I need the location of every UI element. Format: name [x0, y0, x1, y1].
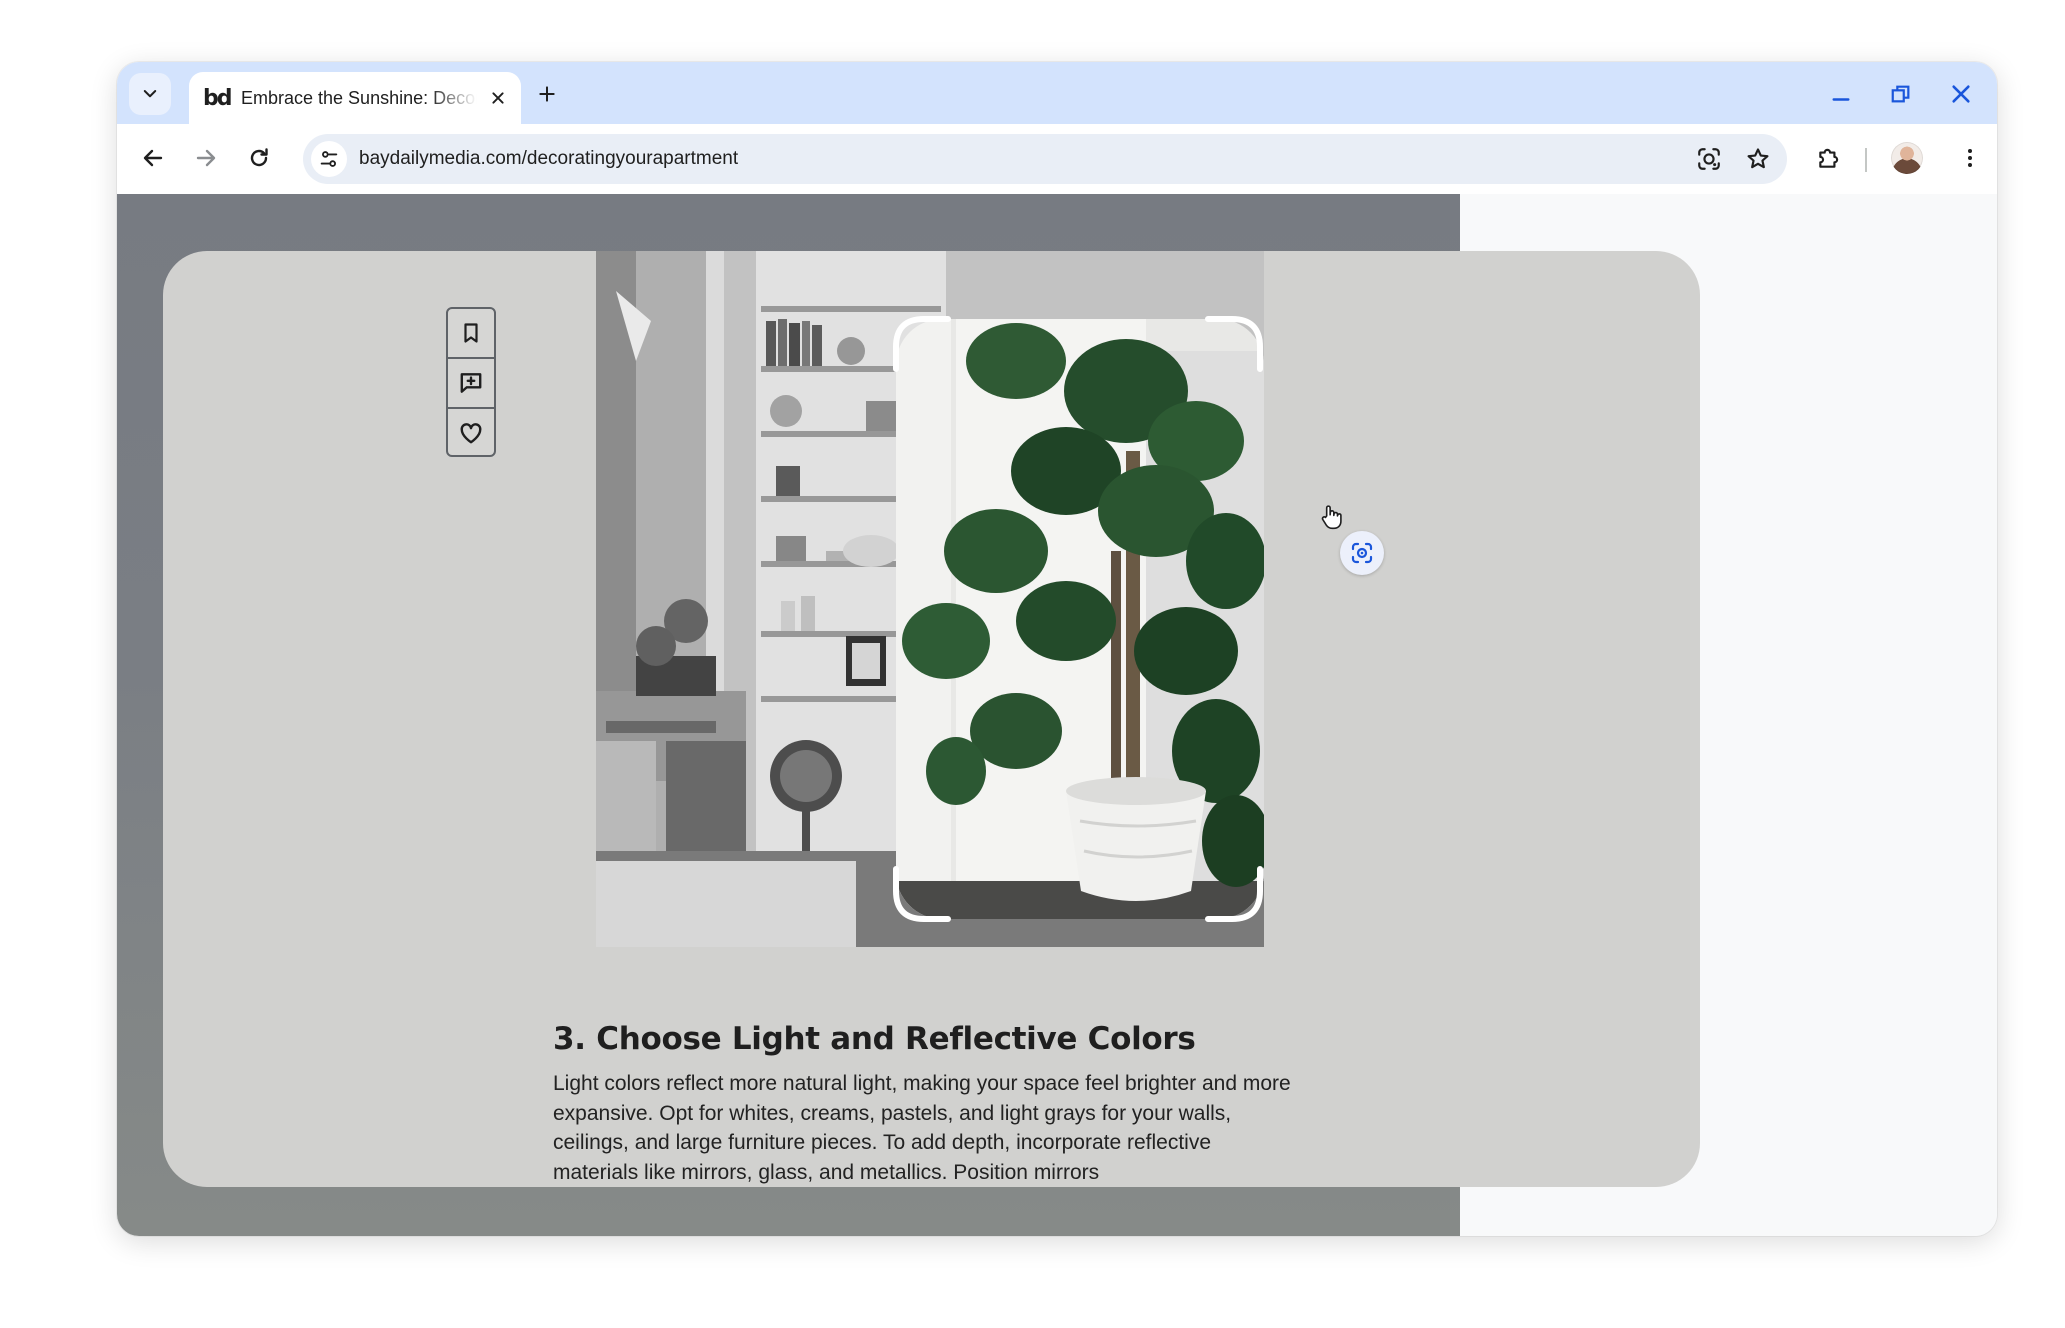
lens-icon [1351, 542, 1373, 564]
reload-button[interactable] [239, 138, 279, 178]
toolbar-divider [1865, 148, 1867, 172]
heart-icon [460, 423, 482, 444]
chevron-down-icon [143, 90, 157, 98]
comment-add-icon [460, 373, 482, 393]
lens-search-chip[interactable] [1340, 531, 1384, 575]
avatar[interactable] [1891, 142, 1923, 174]
browser-window: bd Embrace the Sunshine: Decorating Your… [117, 62, 1997, 1236]
puzzle-icon [1819, 148, 1839, 168]
hand-cursor-icon [1321, 505, 1342, 530]
close-icon [1952, 85, 1970, 103]
restore-button[interactable] [1883, 76, 1919, 112]
minimize-button[interactable] [1823, 76, 1859, 112]
article-heading: 3. Choose Light and Reflective Colors [553, 1021, 1196, 1057]
site-favicon: bd [203, 85, 233, 111]
site-info-button[interactable] [311, 141, 347, 177]
article-photo [596, 251, 1264, 947]
tab-close-button[interactable] [485, 85, 511, 111]
active-tab[interactable]: bd Embrace the Sunshine: Decorating Your… [189, 72, 521, 124]
tab-search-button[interactable] [129, 73, 171, 115]
minimize-icon [1832, 98, 1850, 101]
close-window-button[interactable] [1943, 76, 1979, 112]
star-icon [1747, 148, 1769, 169]
article-card: 3. Choose Light and Reflective Colors Li… [163, 251, 1700, 1187]
reload-icon [250, 148, 268, 167]
bookmark-icon [464, 323, 478, 343]
restore-icon [1891, 85, 1910, 103]
arrow-right-icon [196, 149, 216, 167]
new-tab-button[interactable] [531, 78, 563, 110]
add-comment-button[interactable] [448, 359, 494, 407]
browser-menu-button[interactable] [1950, 138, 1990, 178]
back-button[interactable] [133, 138, 173, 178]
bookmark-star-button[interactable] [1743, 144, 1773, 174]
lens-selection-frame [893, 316, 1263, 922]
forward-button[interactable] [186, 138, 226, 178]
extensions-button[interactable] [1809, 138, 1849, 178]
kebab-icon [1968, 149, 1972, 167]
like-button[interactable] [448, 409, 494, 457]
save-bookmark-button[interactable] [448, 309, 494, 357]
navigation-toolbar: baydailymedia.com/decoratingyourapartmen… [117, 124, 1997, 194]
page-viewport: 3. Choose Light and Reflective Colors Li… [117, 194, 1997, 1236]
tune-icon [320, 151, 338, 167]
address-bar[interactable]: baydailymedia.com/decoratingyourapartmen… [303, 134, 1787, 184]
google-lens-button[interactable] [1694, 144, 1724, 174]
arrow-left-icon [143, 149, 163, 167]
tab-title: Embrace the Sunshine: Decorating Your Ap… [241, 87, 477, 108]
lens-icon [1698, 148, 1720, 170]
url-text[interactable]: baydailymedia.com/decoratingyourapartmen… [359, 148, 738, 170]
close-icon [492, 92, 504, 104]
plus-icon [539, 86, 555, 102]
tab-strip: bd Embrace the Sunshine: Decorating Your… [117, 62, 1997, 124]
article-body: Light colors reflect more natural light,… [553, 1072, 1291, 1184]
article-action-rail [446, 307, 496, 457]
